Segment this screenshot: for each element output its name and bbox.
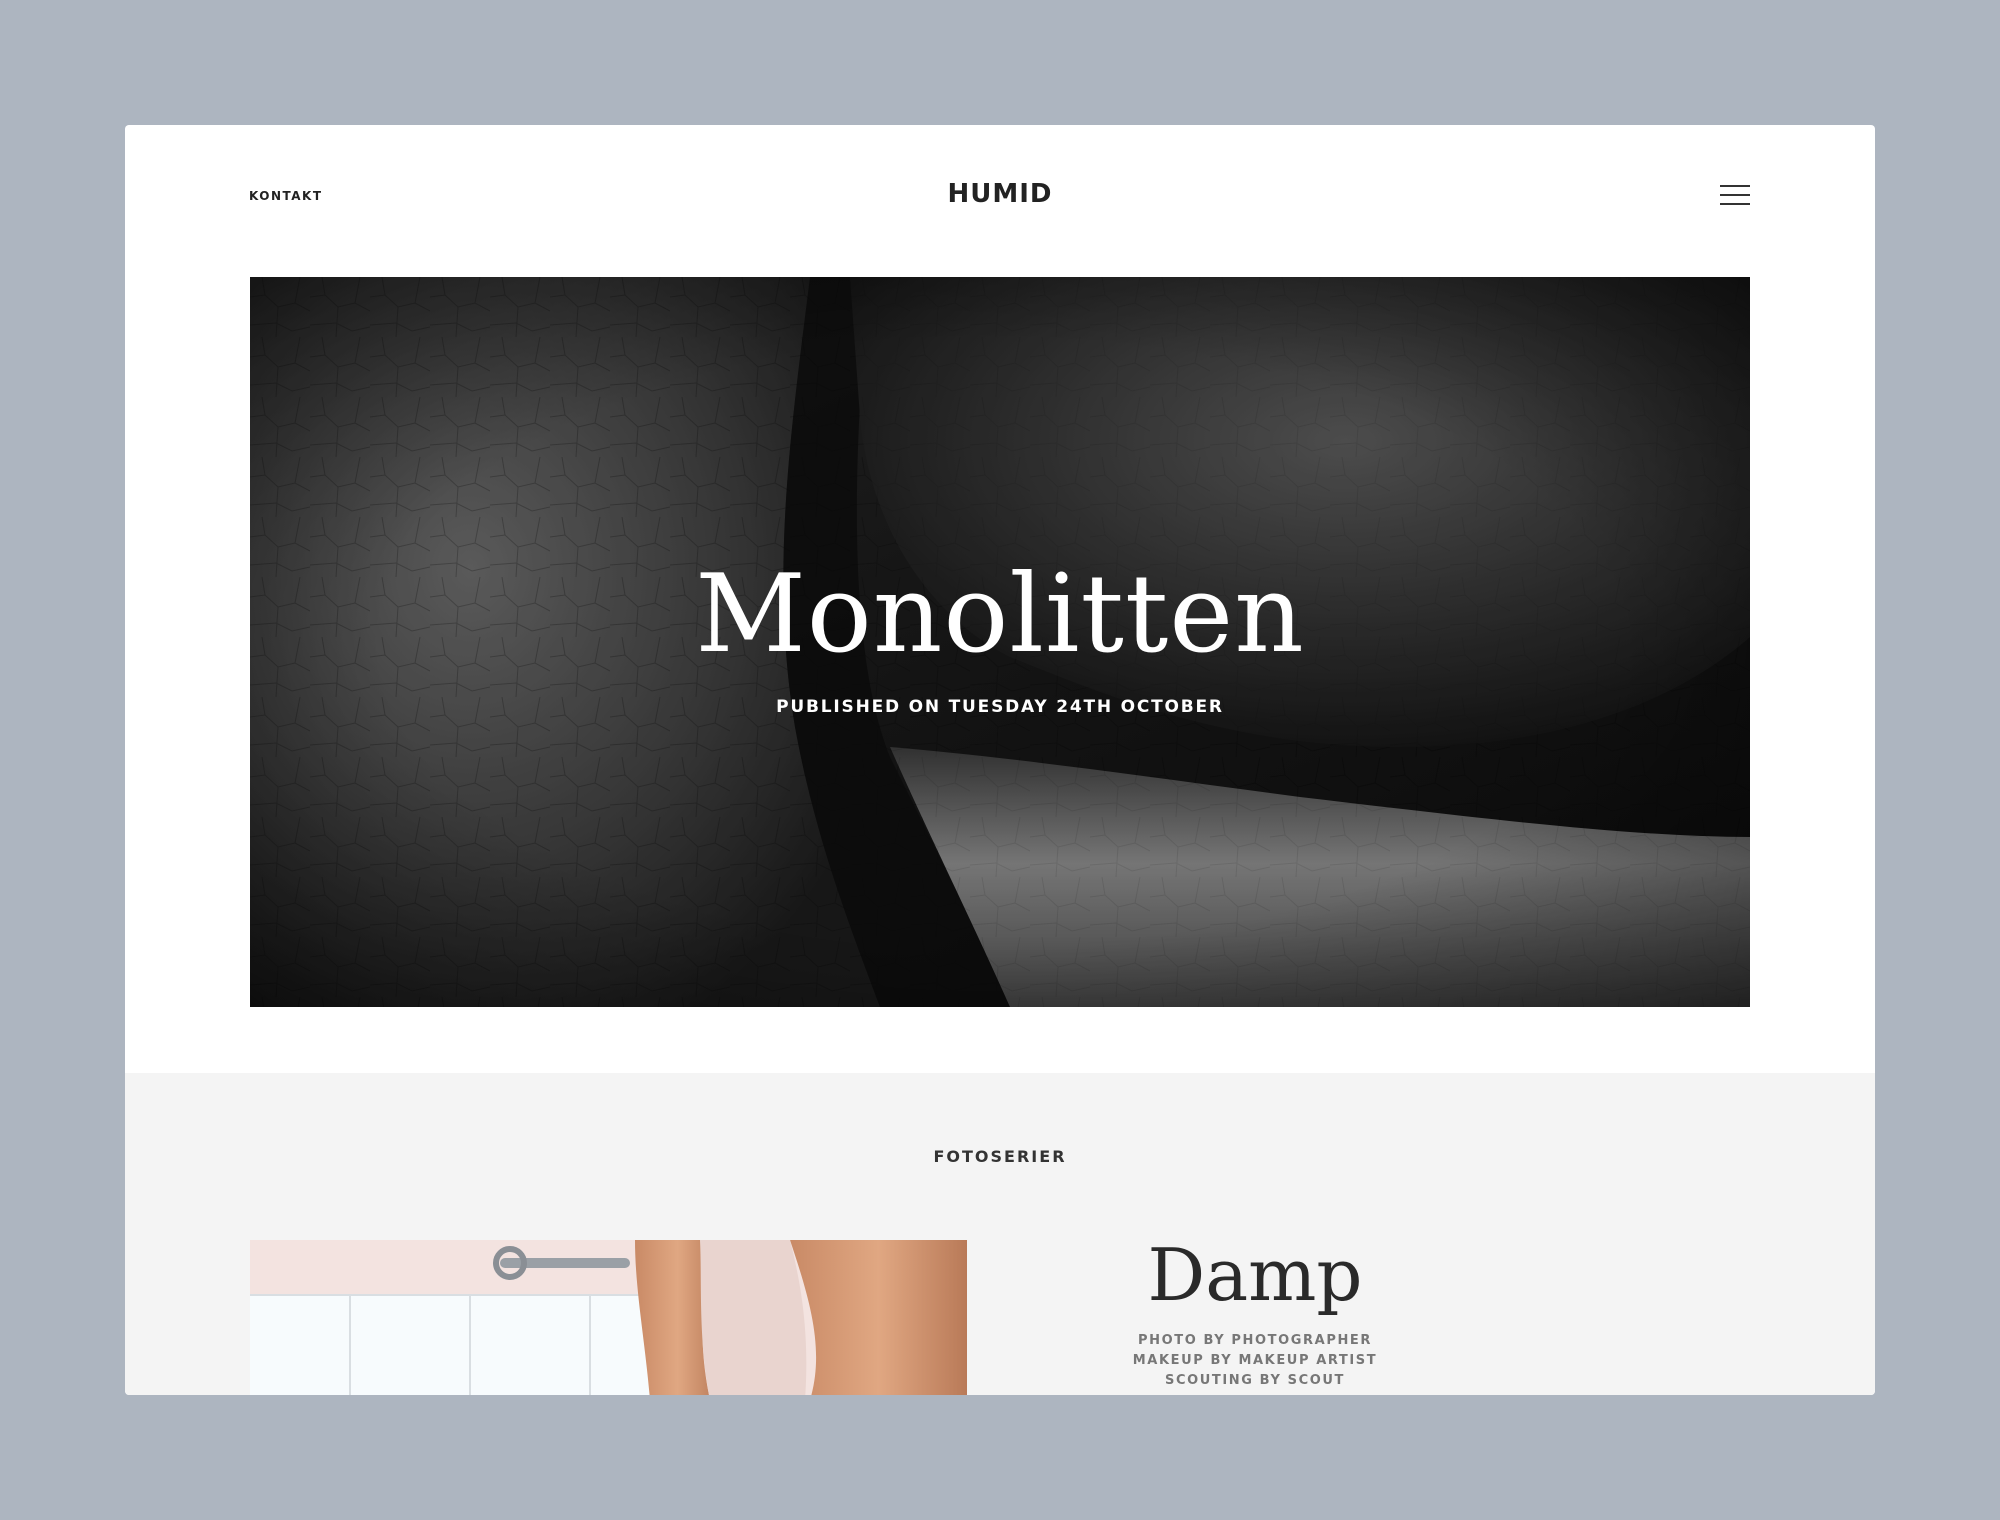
site-header: KONTAKT HUMID — [125, 125, 1875, 275]
post-credits: PHOTO BY PHOTOGRAPHER MAKEUP BY MAKEUP A… — [1005, 1331, 1505, 1391]
post-title[interactable]: Damp — [1005, 1233, 1505, 1317]
credit-makeup: MAKEUP BY MAKEUP ARTIST — [1132, 1353, 1378, 1368]
hero-banner[interactable]: Monolitten PUBLISHED ON TUESDAY 24TH OCT… — [250, 277, 1750, 1007]
browser-window: KONTAKT HUMID Monolitten PUBLISHED ON TU… — [125, 125, 1875, 1395]
published-date: PUBLISHED ON TUESDAY 24TH OCTOBER — [776, 697, 1224, 717]
site-logo[interactable]: HUMID — [125, 179, 1875, 209]
menu-line — [1720, 194, 1750, 196]
post-thumbnail[interactable] — [250, 1240, 967, 1395]
credit-scouting: SCOUTING BY SCOUT — [1164, 1373, 1345, 1388]
section-heading: FOTOSERIER — [933, 1147, 1067, 1166]
hero-title[interactable]: Monolitten — [250, 552, 1750, 677]
credit-photo: PHOTO BY PHOTOGRAPHER — [1137, 1333, 1373, 1348]
thumbnail-photo — [250, 1240, 967, 1395]
menu-line — [1720, 185, 1750, 187]
menu-line — [1720, 203, 1750, 205]
photo-series-section: FOTOSERIER Damp PHOTO BY PHOTOGRAPHER MA… — [125, 1073, 1875, 1395]
hamburger-menu-icon[interactable] — [1720, 185, 1750, 207]
